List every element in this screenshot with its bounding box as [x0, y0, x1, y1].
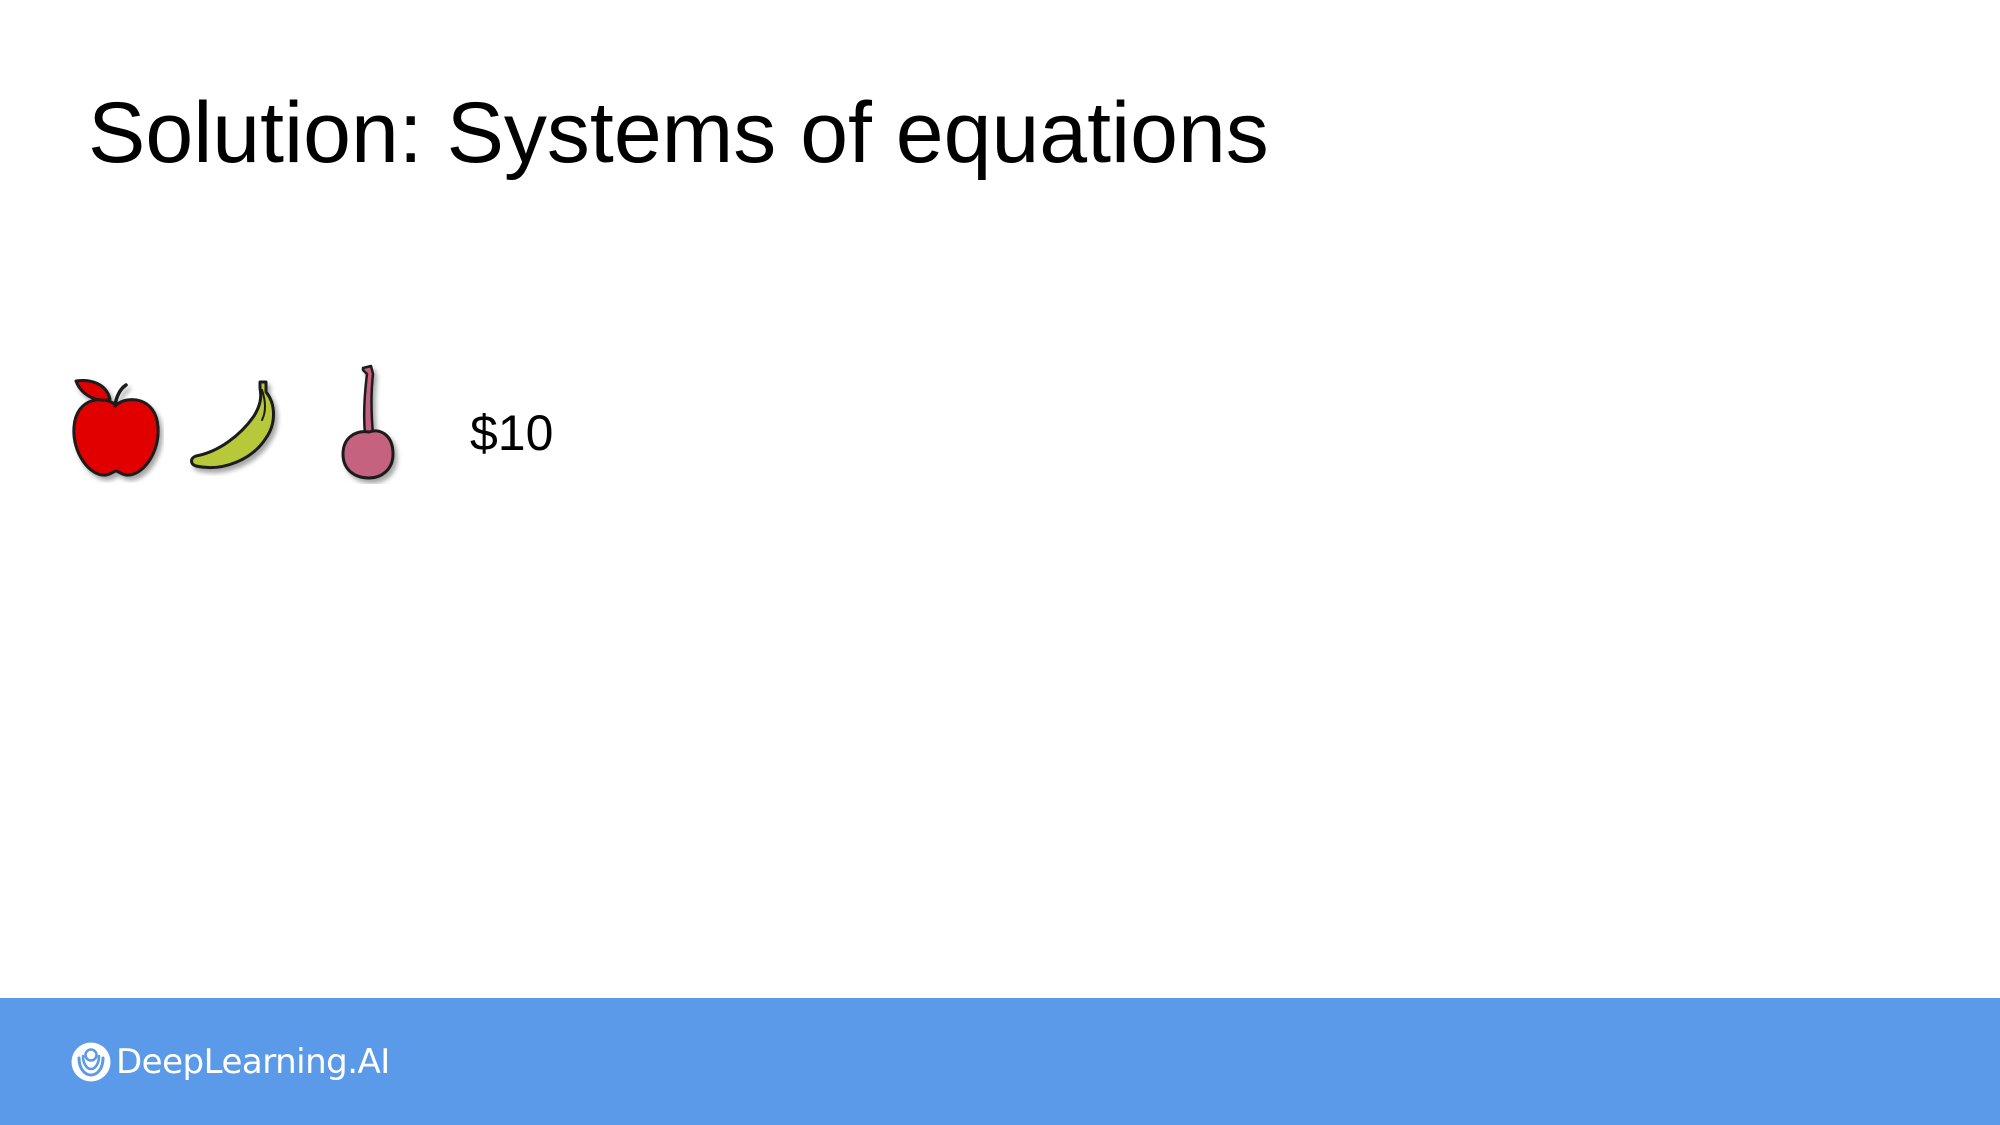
price-total: $10	[470, 405, 554, 461]
brand-logo[interactable]: DeepLearning.AI	[70, 1040, 390, 1084]
cherry-icon	[341, 364, 395, 480]
deeplearning-logo-icon	[71, 1042, 111, 1082]
footer-bar: DeepLearning.AI	[0, 998, 2000, 1125]
slide: Solution: Systems of equations $10 DeepL…	[0, 0, 2000, 1125]
apple-icon	[72, 379, 160, 477]
brand-name: DeepLearning.AI	[116, 1042, 390, 1082]
slide-title: Solution: Systems of equations	[88, 85, 1269, 181]
banana-icon	[190, 380, 275, 470]
